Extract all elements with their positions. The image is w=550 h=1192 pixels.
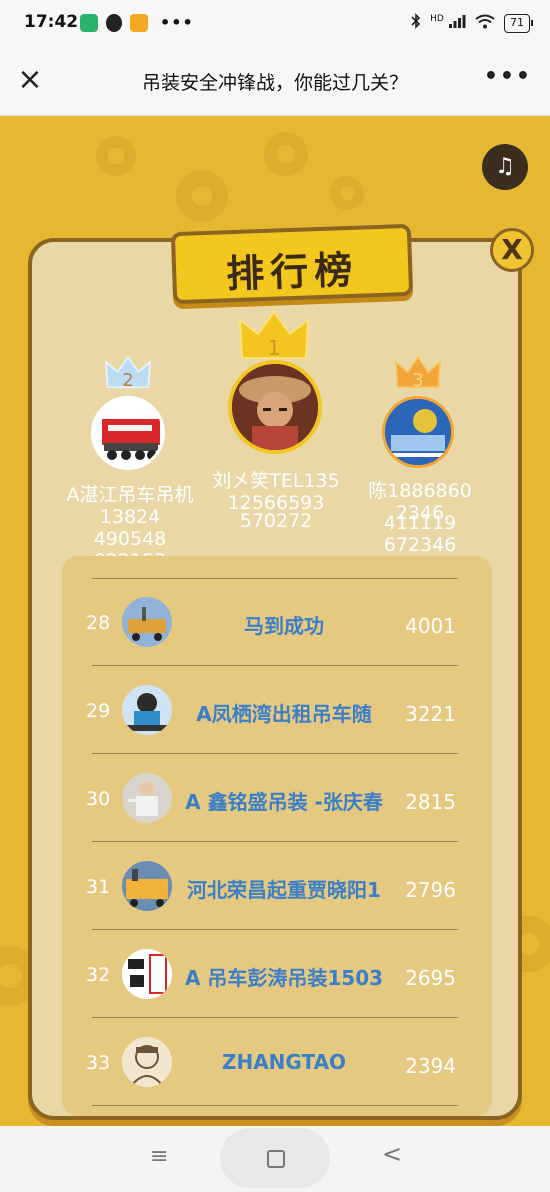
bluetooth-icon xyxy=(411,13,421,33)
avatar xyxy=(122,597,172,647)
list-item-name: A 鑫铭盛吊装 -张庆春 xyxy=(185,790,383,814)
list-item[interactable]: 32 A 吊车彭涛吊装1503 2695 xyxy=(86,930,458,1018)
system-nav-bar: ≡ < xyxy=(0,1126,550,1192)
more-notifications-icon: ••• xyxy=(160,13,194,32)
list-item[interactable]: 28 马到成功 4001 xyxy=(86,578,458,666)
list-item-rank: 33 xyxy=(86,1052,111,1074)
gear-decoration-icon xyxy=(330,176,364,210)
podium-rank: 3 xyxy=(412,370,424,391)
list-item-name: A 吊车彭涛吊装1503 xyxy=(184,966,384,990)
gear-decoration-icon xyxy=(264,132,308,176)
list-item-score: 2815 xyxy=(405,790,456,814)
podium-rank: 2 xyxy=(122,370,134,391)
music-toggle-button[interactable]: ♫ xyxy=(482,144,528,190)
title-bar: × 吊装安全冲锋战，你能过几关？ ••• xyxy=(0,48,550,116)
list-item-name: 河北荣昌起重贾晓阳1 xyxy=(187,878,381,902)
list-item-name: 马到成功 xyxy=(244,614,324,638)
more-options-button[interactable]: ••• xyxy=(484,64,532,89)
gear-decoration-icon xyxy=(176,170,228,222)
avatar xyxy=(122,773,172,823)
gear-decoration-icon xyxy=(96,136,136,176)
avatar[interactable] xyxy=(228,360,322,454)
avatar xyxy=(122,861,172,911)
podium-rank: 1 xyxy=(267,336,281,360)
close-leaderboard-button[interactable]: X xyxy=(490,228,534,272)
list-item-score: 2394 xyxy=(405,1054,456,1078)
leaderboard-title: 排行榜 xyxy=(225,247,360,297)
leaderboard-banner: 排行榜 xyxy=(170,223,414,305)
podium-name: 刘㐅笑TEL135 12566593 xyxy=(212,470,340,514)
signal-icon: HD xyxy=(430,14,466,32)
podium-score: 411119 672346 xyxy=(383,512,457,556)
home-icon[interactable] xyxy=(220,1128,330,1188)
shield-app-icon xyxy=(80,13,98,32)
list-item-name: A凤栖湾出租吊车随 xyxy=(196,702,372,726)
notification-icons: ••• xyxy=(80,13,194,32)
network-type: HD xyxy=(430,14,444,24)
avatar xyxy=(122,949,172,999)
status-bar: 17:42 ••• HD 71 xyxy=(0,0,550,48)
list-item-rank: 31 xyxy=(86,876,111,898)
recent-apps-icon[interactable]: ≡ xyxy=(150,1144,168,1169)
list-item[interactable]: 30 A 鑫铭盛吊装 -张庆春 2815 xyxy=(86,754,458,842)
page-title: 吊装安全冲锋战，你能过几关？ xyxy=(141,72,408,94)
avatar[interactable] xyxy=(382,396,454,468)
list-item-rank: 29 xyxy=(86,700,111,722)
list-item-score: 4001 xyxy=(405,614,456,638)
list-item[interactable]: 33 ZHANGTAO 2394 xyxy=(86,1018,458,1106)
avatar xyxy=(122,685,172,735)
list-item-rank: 32 xyxy=(86,964,111,986)
list-item-rank: 28 xyxy=(86,612,111,634)
battery-icon: 71 xyxy=(504,13,533,33)
avatar xyxy=(122,1037,172,1087)
list-item-score: 3221 xyxy=(405,702,456,726)
status-time: 17:42 xyxy=(24,12,79,32)
list-item-rank: 30 xyxy=(86,788,111,810)
qq-icon xyxy=(106,13,122,32)
list-item-name: ZHANGTAO xyxy=(221,1050,347,1074)
list-item-score: 2796 xyxy=(405,878,456,902)
list-item[interactable]: 31 河北荣昌起重贾晓阳1 2796 xyxy=(86,842,458,930)
list-item[interactable]: 29 A凤栖湾出租吊车随 3221 xyxy=(86,666,458,754)
avatar[interactable] xyxy=(91,396,165,470)
back-icon[interactable]: < xyxy=(382,1140,402,1168)
podium-name: A湛江吊车吊机13824 xyxy=(66,484,194,528)
wifi-icon xyxy=(475,14,495,33)
ranking-list: 28 马到成功 4001 29 A凤栖湾出租吊车随 3221 30 A 鑫铭盛吊… xyxy=(62,556,492,1116)
notes-app-icon xyxy=(130,13,148,32)
system-icons: HD 71 xyxy=(411,13,533,33)
podium-score: 570272 xyxy=(239,510,313,532)
list-item-score: 2695 xyxy=(405,966,456,990)
